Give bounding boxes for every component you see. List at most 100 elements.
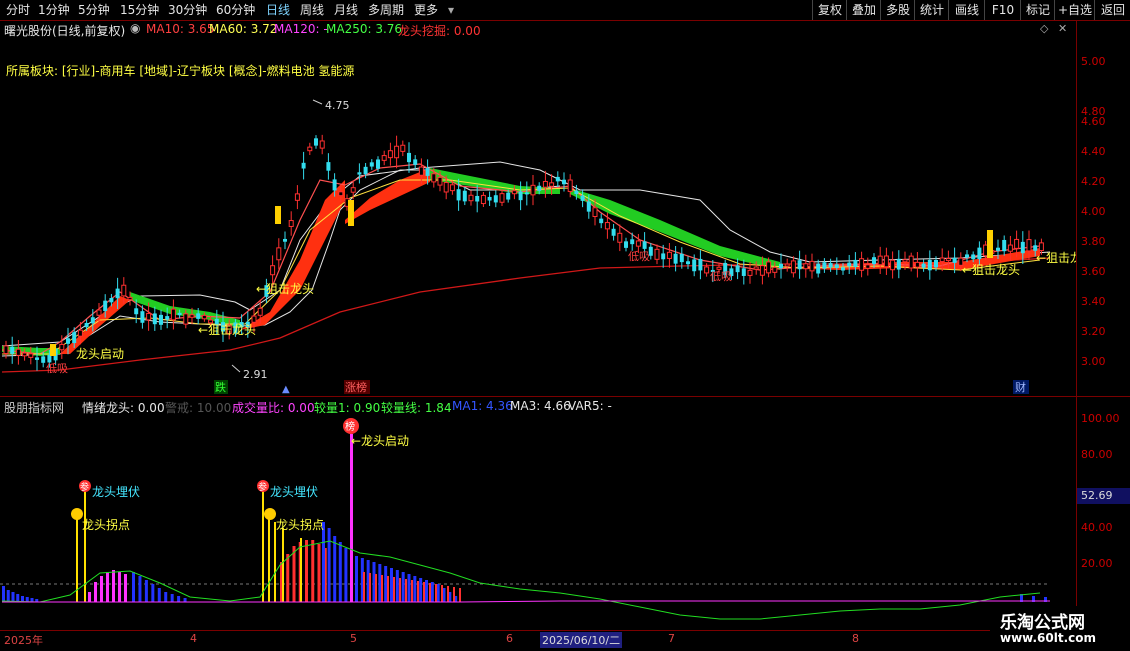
period-monthly[interactable]: 月线 <box>332 0 360 20</box>
candle-body <box>635 240 641 247</box>
candle-body <box>952 257 957 263</box>
indicator-bar <box>327 528 331 602</box>
candle-body <box>809 260 815 272</box>
x-year-label: 2025年 <box>4 634 43 647</box>
period-daily[interactable]: 日线 <box>264 0 292 20</box>
signal-candle <box>348 200 354 226</box>
indicator-bar <box>350 434 353 602</box>
candle-body <box>971 254 976 260</box>
turn-label-1: 龙头拐点 <box>82 517 130 532</box>
marker-limit: 涨榜 <box>345 380 367 394</box>
period-60min[interactable]: 60分钟 <box>214 0 257 20</box>
candle-body <box>580 195 585 201</box>
more-dropdown-icon[interactable]: ▾ <box>446 0 456 20</box>
sub-axis: 100.00 80.00 40.00 20.00 52.69 <box>1076 397 1130 630</box>
indicator-bar <box>441 585 443 602</box>
indicator-bar <box>138 576 142 602</box>
signal-candle <box>987 230 993 258</box>
candle-body <box>350 187 356 193</box>
indicator-bars-group <box>2 434 1047 602</box>
price-tick: 3.00 <box>1081 355 1106 368</box>
stats-button[interactable]: 统计 <box>914 0 949 20</box>
candle-body <box>704 266 710 274</box>
candle-body <box>270 265 276 276</box>
period-30min[interactable]: 30分钟 <box>166 0 209 20</box>
f10-button[interactable]: F10 <box>984 0 1021 20</box>
watermark-name: 乐淘公式网 <box>1000 613 1085 633</box>
period-weekly[interactable]: 周线 <box>298 0 326 20</box>
candle-body <box>841 267 845 271</box>
adjust-button[interactable]: 复权 <box>812 0 847 20</box>
period-more[interactable]: 更多 <box>412 0 440 20</box>
candle-body <box>506 192 511 200</box>
candle-body <box>314 138 318 146</box>
indicator-chart[interactable]: 参 龙头埋伏 龙头拐点 参 龙头埋伏 龙头拐点 榜 ←龙头启动 <box>0 397 1076 630</box>
candle-body <box>914 261 920 268</box>
candle-body <box>977 247 982 260</box>
indicator-bar <box>16 594 20 602</box>
overlay-button[interactable]: 叠加 <box>846 0 881 20</box>
vol-line <box>1 540 1041 620</box>
candle-body <box>630 239 635 245</box>
candle-body <box>921 263 926 268</box>
candle-body <box>537 185 542 191</box>
candle-body <box>418 166 424 176</box>
candle-body <box>518 191 523 201</box>
candlestick-chart[interactable]: 4.75 2.91 龙头启动 低吸 ←狙击龙头 ←狙击龙头 低吸 低吸 ←狙击龙… <box>0 20 1076 396</box>
period-tick[interactable]: 分时 <box>4 0 32 20</box>
period-1min[interactable]: 1分钟 <box>36 0 72 20</box>
candle-body <box>816 263 821 274</box>
watermark: 乐淘公式网 www.60lt.com <box>990 606 1130 650</box>
candle-body <box>779 263 783 269</box>
candle-body <box>152 313 157 325</box>
multi-stock-button[interactable]: 多股 <box>880 0 915 20</box>
indicator-bar <box>88 592 91 602</box>
candle-body <box>877 255 883 266</box>
x-month-7: 7 <box>668 632 675 645</box>
indicator-bar <box>183 598 187 602</box>
candle-body <box>15 348 21 356</box>
snipe-label-3: ←狙击龙头 <box>962 263 1020 277</box>
period-5min[interactable]: 5分钟 <box>76 0 112 20</box>
price-tick: 4.20 <box>1081 175 1106 188</box>
indicator-bar <box>407 574 411 602</box>
back-button[interactable]: 返回 <box>1094 0 1130 20</box>
dragon-start-label: 龙头启动 <box>76 347 124 361</box>
candle-body <box>908 255 914 269</box>
candle-body <box>326 162 331 171</box>
indicator-bar <box>390 568 393 602</box>
indicator-bar <box>292 546 296 602</box>
candle-body <box>493 195 498 203</box>
indicator-bar <box>311 540 315 602</box>
indicator-bar <box>94 582 97 602</box>
snipe-label-1: ←狙击龙头 <box>256 282 314 296</box>
indicator-bar <box>447 586 449 602</box>
indicator-bar <box>286 554 290 602</box>
candle-body <box>468 194 474 202</box>
indicator-bar <box>274 522 276 602</box>
candle-body <box>66 338 70 344</box>
period-15min[interactable]: 15分钟 <box>118 0 161 20</box>
mark-button[interactable]: 标记 <box>1020 0 1055 20</box>
candle-body <box>90 317 95 324</box>
candle-body <box>965 254 969 258</box>
period-multi[interactable]: 多周期 <box>366 0 406 20</box>
candle-body <box>511 190 517 195</box>
candle-body <box>834 264 839 268</box>
candle-body <box>747 269 753 276</box>
indicator-bar <box>300 538 302 602</box>
indicator-bar <box>305 540 308 602</box>
indicator-bar <box>399 578 401 602</box>
candle-body <box>456 189 461 201</box>
candle-body <box>77 329 83 337</box>
indicator-bar <box>333 536 337 602</box>
candle-body <box>673 253 678 264</box>
candle-body <box>413 159 418 165</box>
candle-body <box>159 314 163 325</box>
draw-button[interactable]: 画线 <box>948 0 985 20</box>
candle-body <box>10 346 15 354</box>
snipe-label-4: ←狙击龙 <box>1036 251 1076 265</box>
candle-body <box>567 179 573 192</box>
add-watchlist-button[interactable]: +自选 <box>1054 0 1095 20</box>
candle-body <box>939 257 945 263</box>
